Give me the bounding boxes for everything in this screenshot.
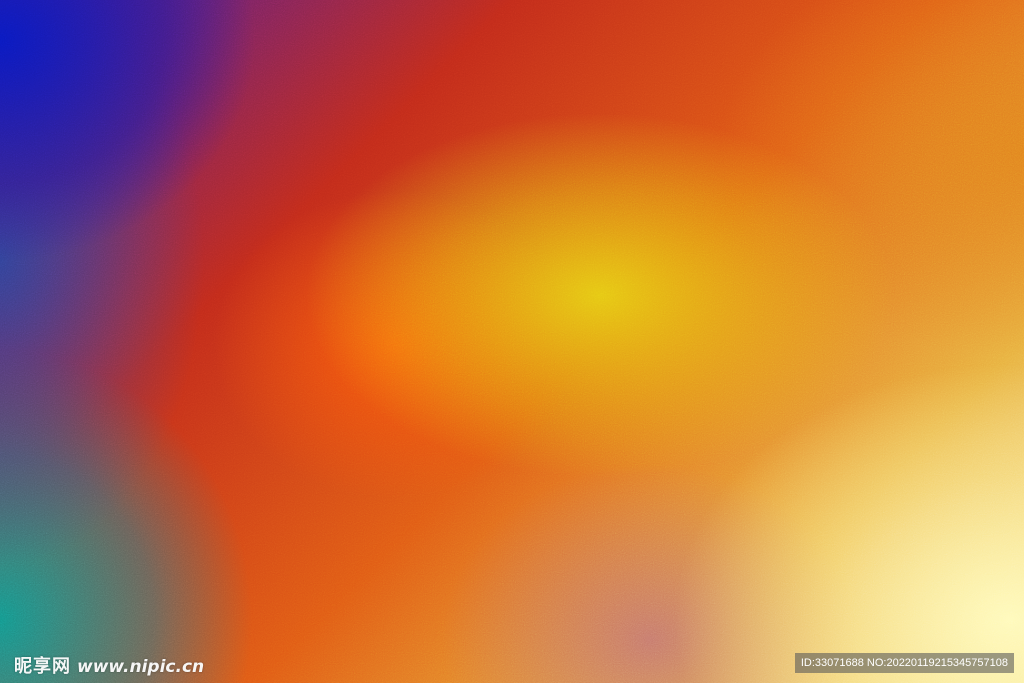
image-id-badge: ID:33071688 NO:20220119215345757108 xyxy=(794,653,1014,673)
watermark-logo: 昵享网 www.nipic.cn xyxy=(14,652,204,678)
watermark-url: www.nipic.cn xyxy=(77,657,205,677)
watermark-brand: 昵享网 xyxy=(14,656,71,677)
grain-texture xyxy=(0,0,1024,683)
gradient-background xyxy=(0,0,1024,683)
